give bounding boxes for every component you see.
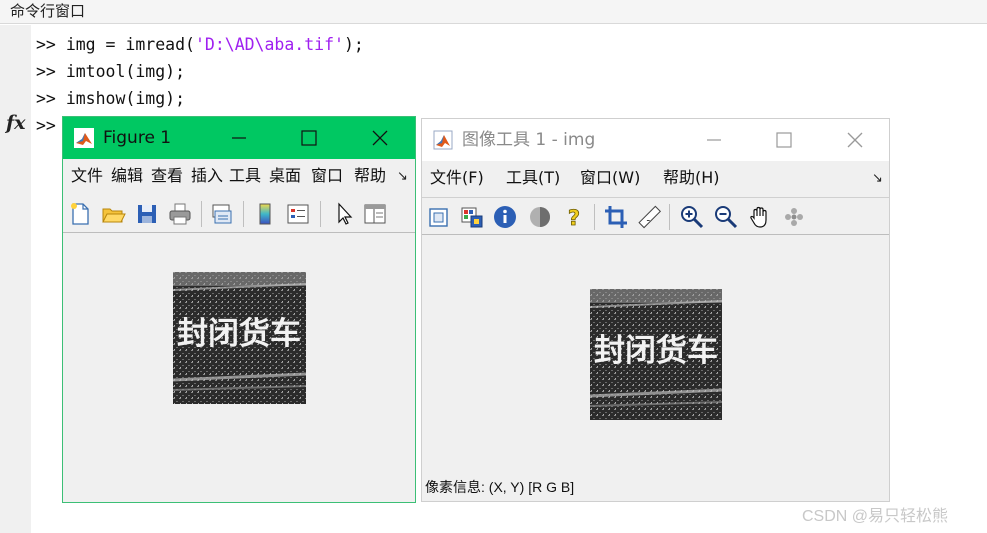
figure-image[interactable]: 封闭货车 xyxy=(173,272,306,404)
image-tool-image[interactable]: 封闭货车 xyxy=(590,289,722,420)
menu-file[interactable]: 文件 xyxy=(71,165,103,187)
command-line: >> imshow(img); xyxy=(36,86,185,112)
window-title: 图像工具 1 - img xyxy=(462,130,596,150)
figure-titlebar[interactable]: Figure 1 xyxy=(63,117,415,159)
image-caption: 封闭货车 xyxy=(594,333,718,369)
zoom-out-icon[interactable] xyxy=(713,204,739,230)
fx-icon[interactable]: fx xyxy=(6,112,26,134)
minimize-icon[interactable] xyxy=(224,125,254,151)
open-folder-icon[interactable] xyxy=(100,201,126,227)
close-icon[interactable] xyxy=(365,125,395,151)
window-title: Figure 1 xyxy=(103,128,172,148)
menu-help[interactable]: 帮助 xyxy=(354,165,386,187)
print-icon[interactable] xyxy=(167,201,193,227)
prompt: >> xyxy=(36,35,66,54)
close-icon[interactable] xyxy=(840,127,870,153)
prompt: >> xyxy=(36,89,66,108)
link-plot-icon[interactable] xyxy=(209,201,235,227)
help-question-icon[interactable]: ? xyxy=(561,204,587,230)
legend-icon[interactable] xyxy=(285,201,311,227)
menu-insert[interactable]: 插入 xyxy=(191,165,223,187)
matlab-logo-icon xyxy=(74,128,94,148)
crop-icon[interactable] xyxy=(603,204,629,230)
string-literal: 'D:\AD\aba.tif' xyxy=(194,35,344,54)
maximize-icon[interactable] xyxy=(294,125,324,151)
pointer-arrow-icon[interactable] xyxy=(331,201,357,227)
move-disabled-icon[interactable] xyxy=(781,204,807,230)
toolbar-separator xyxy=(320,201,321,227)
code-text: imtool(img); xyxy=(65,62,186,81)
menubar: 文件(F) 工具(T) 窗口(W) 帮助(H) ↘ xyxy=(422,163,889,193)
menu-tools[interactable]: 工具(T) xyxy=(506,167,560,189)
image-info-icon[interactable] xyxy=(492,204,518,230)
colorbar-icon[interactable] xyxy=(252,201,278,227)
image-tool-titlebar[interactable]: 图像工具 1 - img xyxy=(422,119,889,161)
command-window-gutter xyxy=(0,25,31,533)
image-caption: 封闭货车 xyxy=(177,316,301,352)
pixel-region-icon[interactable] xyxy=(459,204,485,230)
code-text: img = imread( xyxy=(65,35,195,54)
dock-arrow-icon[interactable]: ↘ xyxy=(872,171,883,186)
dock-arrow-icon[interactable]: ↘ xyxy=(397,169,408,184)
prompt: >> xyxy=(36,62,66,81)
menu-view[interactable]: 查看 xyxy=(151,165,183,187)
overview-icon[interactable] xyxy=(426,204,452,230)
toolbar-separator xyxy=(243,201,244,227)
code-text: imshow(img); xyxy=(65,89,186,108)
command-line: >> imtool(img); xyxy=(36,59,185,85)
new-file-icon[interactable] xyxy=(67,201,93,227)
command-window-header: 命令行窗口 xyxy=(0,0,987,24)
figure-window[interactable]: Figure 1 文件 编辑 查看 插入 工具 桌面 窗口 帮助 ↘ 封闭货车 xyxy=(62,116,416,503)
property-editor-icon[interactable] xyxy=(362,201,388,227)
image-tool-logo-icon xyxy=(433,130,453,150)
code-text: ); xyxy=(343,35,364,54)
pixel-info-label: 像素信息: (X, Y) [R G B] xyxy=(425,479,575,495)
image-tool-window[interactable]: 图像工具 1 - img 文件(F) 工具(T) 窗口(W) 帮助(H) ↘ ?… xyxy=(421,118,890,502)
image-content: 封闭货车 xyxy=(590,289,722,420)
menu-desktop[interactable]: 桌面 xyxy=(269,165,301,187)
minimize-icon[interactable] xyxy=(699,127,729,153)
pan-hand-icon[interactable] xyxy=(747,204,773,230)
menu-help[interactable]: 帮助(H) xyxy=(663,167,720,189)
command-window-title: 命令行窗口 xyxy=(10,2,86,20)
figure-toolbar xyxy=(63,195,415,233)
toolbar-separator xyxy=(669,204,670,230)
command-line: >> img = imread('D:\AD\aba.tif'); xyxy=(36,32,364,58)
svg-text:?: ? xyxy=(568,206,580,230)
maximize-icon[interactable] xyxy=(769,127,799,153)
save-icon[interactable] xyxy=(134,201,160,227)
image-tool-toolbar: ? xyxy=(422,197,889,235)
toolbar-separator xyxy=(201,201,202,227)
menu-window[interactable]: 窗口 xyxy=(311,165,343,187)
menu-window[interactable]: 窗口(W) xyxy=(580,167,640,189)
watermark-text: CSDN @易只轻松熊 xyxy=(802,508,949,525)
menubar: 文件 编辑 查看 插入 工具 桌面 窗口 帮助 ↘ xyxy=(63,161,415,191)
menu-tools[interactable]: 工具 xyxy=(229,165,261,187)
zoom-in-icon[interactable] xyxy=(679,204,705,230)
menu-edit[interactable]: 编辑 xyxy=(111,165,143,187)
toolbar-separator xyxy=(594,204,595,230)
image-content: 封闭货车 xyxy=(173,272,306,404)
ruler-icon[interactable] xyxy=(636,204,662,230)
menu-file[interactable]: 文件(F) xyxy=(430,167,484,189)
contrast-icon[interactable] xyxy=(527,204,553,230)
